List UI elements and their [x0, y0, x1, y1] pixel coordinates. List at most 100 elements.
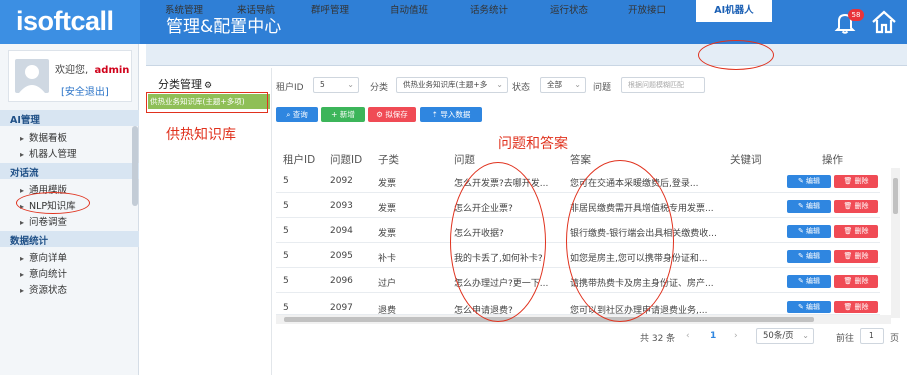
- sidebar-item-intent-detail[interactable]: 意向详单: [20, 250, 67, 264]
- delete-button[interactable]: 🗑 删除: [834, 275, 878, 288]
- col-header-sub: 子类: [378, 154, 399, 166]
- tenant-select[interactable]: 5 ⌄: [313, 77, 359, 93]
- annotation-kb-label: 供热知识库: [166, 127, 236, 143]
- current-page[interactable]: 1: [710, 331, 716, 341]
- cell-sub: 过户: [378, 279, 397, 289]
- add-button[interactable]: + 新增: [321, 107, 365, 122]
- avatar: [15, 59, 49, 93]
- cell-qid: 2092: [330, 176, 353, 186]
- cell-tenant: 5: [283, 201, 289, 211]
- edit-button[interactable]: ✎ 编辑: [787, 200, 831, 213]
- cell-qid: 2094: [330, 226, 353, 236]
- edit-button[interactable]: ✎ 编辑: [787, 225, 831, 238]
- page-suffix: 页: [890, 334, 900, 344]
- cell-sub: 发票: [378, 229, 397, 239]
- annotation-question-ellipse: [450, 162, 546, 322]
- col-header-actions: 操作: [822, 154, 843, 166]
- edit-button[interactable]: ✎ 编辑: [787, 250, 831, 263]
- tab-open-api[interactable]: 开放接口: [612, 0, 682, 22]
- cell-tenant: 5: [283, 276, 289, 286]
- edit-button[interactable]: ✎ 编辑: [787, 175, 831, 188]
- sidebar-scrollbar[interactable]: [132, 126, 138, 206]
- status-label: 状态: [512, 83, 531, 93]
- category-title: 分类管理 ⚙: [158, 78, 213, 91]
- prev-page-icon[interactable]: ‹: [686, 331, 690, 341]
- category-panel: 分类管理 ⚙ 供热业务知识库(主题+多项): [146, 68, 272, 375]
- status-select[interactable]: 全部 ⌄: [540, 77, 586, 93]
- search-icon: ⌕: [286, 110, 291, 119]
- delete-button[interactable]: 🗑 删除: [834, 225, 878, 238]
- category-filter-label: 分类: [370, 83, 389, 93]
- col-header-tenant: 租户ID: [283, 154, 316, 166]
- table-vertical-thumb[interactable]: [893, 178, 898, 214]
- user-panel: 欢迎您, admin [安全退出]: [8, 50, 132, 102]
- query-button[interactable]: ⌕ 查询: [276, 107, 318, 122]
- notification-badge: 58: [848, 9, 864, 21]
- col-header-qid: 问题ID: [330, 154, 363, 166]
- tab-run-status[interactable]: 运行状态: [534, 0, 604, 22]
- gear-icon[interactable]: ⚙: [204, 81, 212, 91]
- cell-tenant: 5: [283, 226, 289, 236]
- sidebar-section-stats[interactable]: 数据统计: [0, 231, 139, 247]
- question-input[interactable]: 根据问题模糊匹配: [621, 77, 705, 93]
- category-select[interactable]: 供热业务知识库(主题+多 ⌄: [396, 77, 508, 93]
- chevron-down-icon: ⌄: [574, 80, 581, 89]
- annotation-answer-ellipse: [566, 160, 674, 322]
- sidebar-section-flow[interactable]: 对话流: [0, 163, 139, 179]
- chevron-down-icon: ⌄: [347, 80, 354, 89]
- username: admin: [94, 65, 130, 76]
- total-count: 共 32 条: [640, 334, 676, 344]
- user-icon: [19, 65, 45, 93]
- edit-button[interactable]: ✎ 编辑: [787, 275, 831, 288]
- logo: isoftcall: [0, 0, 140, 44]
- sidebar-item-survey[interactable]: 问卷调查: [20, 214, 67, 228]
- next-page-icon[interactable]: ›: [734, 331, 738, 341]
- sidebar-item-dashboard[interactable]: 数据看板: [20, 130, 67, 144]
- cell-qid: 2095: [330, 251, 353, 261]
- delete-button[interactable]: 🗑 删除: [834, 250, 878, 263]
- cell-tenant: 5: [283, 176, 289, 186]
- upload-icon: ⇡: [431, 110, 438, 119]
- cell-sub: 发票: [378, 179, 397, 189]
- sidebar-item-robot[interactable]: 机器人管理: [20, 146, 77, 160]
- goto-page-input[interactable]: 1: [860, 328, 884, 344]
- delete-button[interactable]: 🗑 删除: [834, 200, 878, 213]
- tab-inbound-nav[interactable]: 来话导航: [222, 0, 290, 22]
- cell-qid: 2097: [330, 303, 353, 313]
- cell-sub: 发票: [378, 204, 397, 214]
- import-button[interactable]: ⇡ 导入数据: [420, 107, 482, 122]
- col-header-question: 问题: [454, 154, 475, 166]
- table-horizontal-thumb[interactable]: [284, 317, 814, 322]
- annotation-kb-rect: [146, 92, 268, 113]
- tab-group-call[interactable]: 群呼管理: [296, 0, 364, 22]
- sidebar-item-intent-stats[interactable]: 意向统计: [20, 266, 67, 280]
- cell-sub: 补卡: [378, 254, 397, 264]
- chevron-down-icon: ⌄: [802, 331, 809, 340]
- goto-label: 前往: [836, 334, 855, 344]
- delete-button[interactable]: 🗑 删除: [834, 175, 878, 188]
- cell-tenant: 5: [283, 303, 289, 313]
- chevron-down-icon: ⌄: [496, 80, 503, 89]
- tenant-label: 租户ID: [276, 83, 304, 93]
- cell-qid: 2096: [330, 276, 353, 286]
- sidebar-section-ai[interactable]: AI管理: [0, 110, 139, 126]
- sidebar-item-resource[interactable]: 资源状态: [20, 282, 67, 296]
- home-icon[interactable]: [870, 9, 898, 35]
- tab-ai-robot[interactable]: AI机器人: [696, 0, 772, 22]
- delete-button[interactable]: 🗑 删除: [834, 301, 878, 313]
- welcome-text: 欢迎您, admin: [55, 65, 130, 76]
- annotation-ai-robot-circle: [698, 40, 774, 70]
- col-header-keywords: 关键词: [730, 154, 762, 166]
- logout-link[interactable]: [安全退出]: [61, 83, 109, 98]
- top-nav: [146, 44, 907, 66]
- question-label: 问题: [593, 83, 612, 93]
- annotation-qa-label: 问题和答案: [498, 136, 568, 152]
- tab-auto-duty[interactable]: 自动值班: [374, 0, 444, 22]
- page-size-select[interactable]: 50条/页 ⌄: [756, 328, 814, 344]
- cell-qid: 2093: [330, 201, 353, 211]
- draft-button[interactable]: ⚙ 拟保存: [368, 107, 416, 122]
- cell-tenant: 5: [283, 251, 289, 261]
- tab-call-stats[interactable]: 话务统计: [454, 0, 524, 22]
- edit-button[interactable]: ✎ 编辑: [787, 301, 831, 313]
- tab-system[interactable]: 系统管理: [150, 0, 218, 22]
